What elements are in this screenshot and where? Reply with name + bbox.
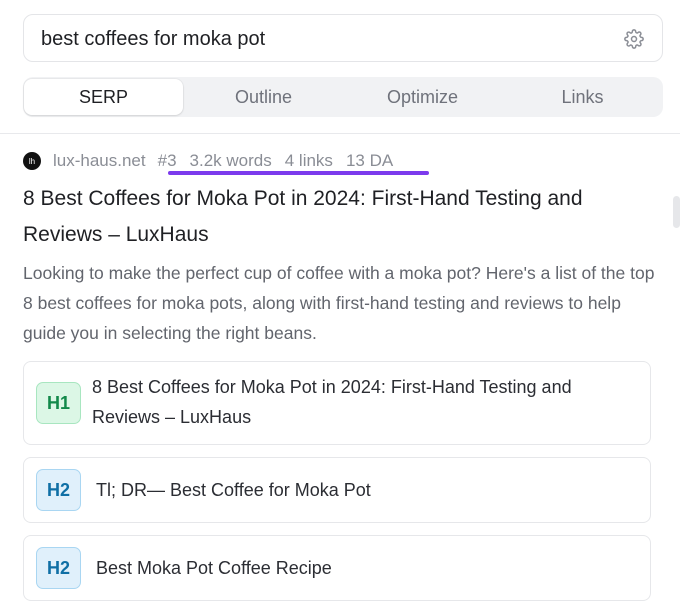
result-domain[interactable]: lux-haus.net <box>53 151 146 171</box>
heading-card-h2[interactable]: H2 Best Moka Pot Coffee Recipe <box>23 535 651 601</box>
link-count: 4 links <box>284 151 333 170</box>
stats-highlight-underline <box>168 171 429 175</box>
heading-level-badge: H2 <box>36 547 81 589</box>
scrollbar-thumb[interactable] <box>673 196 680 228</box>
heading-text: Tl; DR— Best Coffee for Moka Pot <box>96 480 371 500</box>
gear-icon[interactable] <box>624 29 644 49</box>
result-title[interactable]: 8 Best Coffees for Moka Pot in 2024: Fir… <box>23 181 653 253</box>
word-count: 3.2k words <box>189 151 272 170</box>
heading-card-h1[interactable]: H1 8 Best Coffees for Moka Pot in 2024: … <box>23 361 651 445</box>
result-description: Looking to make the perfect cup of coffe… <box>23 263 655 343</box>
view-tabs: SERP Outline Optimize Links <box>23 77 663 117</box>
search-box[interactable]: best coffees for moka pot <box>23 14 663 62</box>
result-stats: #3 3.2k words 4 links 13 DA <box>158 151 394 171</box>
serp-panel: best coffees for moka pot SERP Outline O… <box>0 0 680 608</box>
heading-text: 8 Best Coffees for Moka Pot in 2024: Fir… <box>92 377 572 427</box>
tab-optimize[interactable]: Optimize <box>343 79 502 115</box>
tab-serp[interactable]: SERP <box>24 79 183 115</box>
tab-links[interactable]: Links <box>503 79 662 115</box>
heading-text: Best Moka Pot Coffee Recipe <box>96 558 332 578</box>
domain-authority: 13 DA <box>345 151 394 170</box>
rank-badge: #3 <box>157 151 177 170</box>
tab-outline[interactable]: Outline <box>184 79 343 115</box>
search-input[interactable]: best coffees for moka pot <box>41 28 265 51</box>
heading-card-h2[interactable]: H2 Tl; DR— Best Coffee for Moka Pot <box>23 457 651 523</box>
heading-level-badge: H1 <box>36 382 81 424</box>
result-meta: lh lux-haus.net #3 3.2k words 4 links 13… <box>23 149 393 173</box>
heading-level-badge: H2 <box>36 469 81 511</box>
divider <box>0 133 680 134</box>
site-favicon: lh <box>23 152 41 170</box>
